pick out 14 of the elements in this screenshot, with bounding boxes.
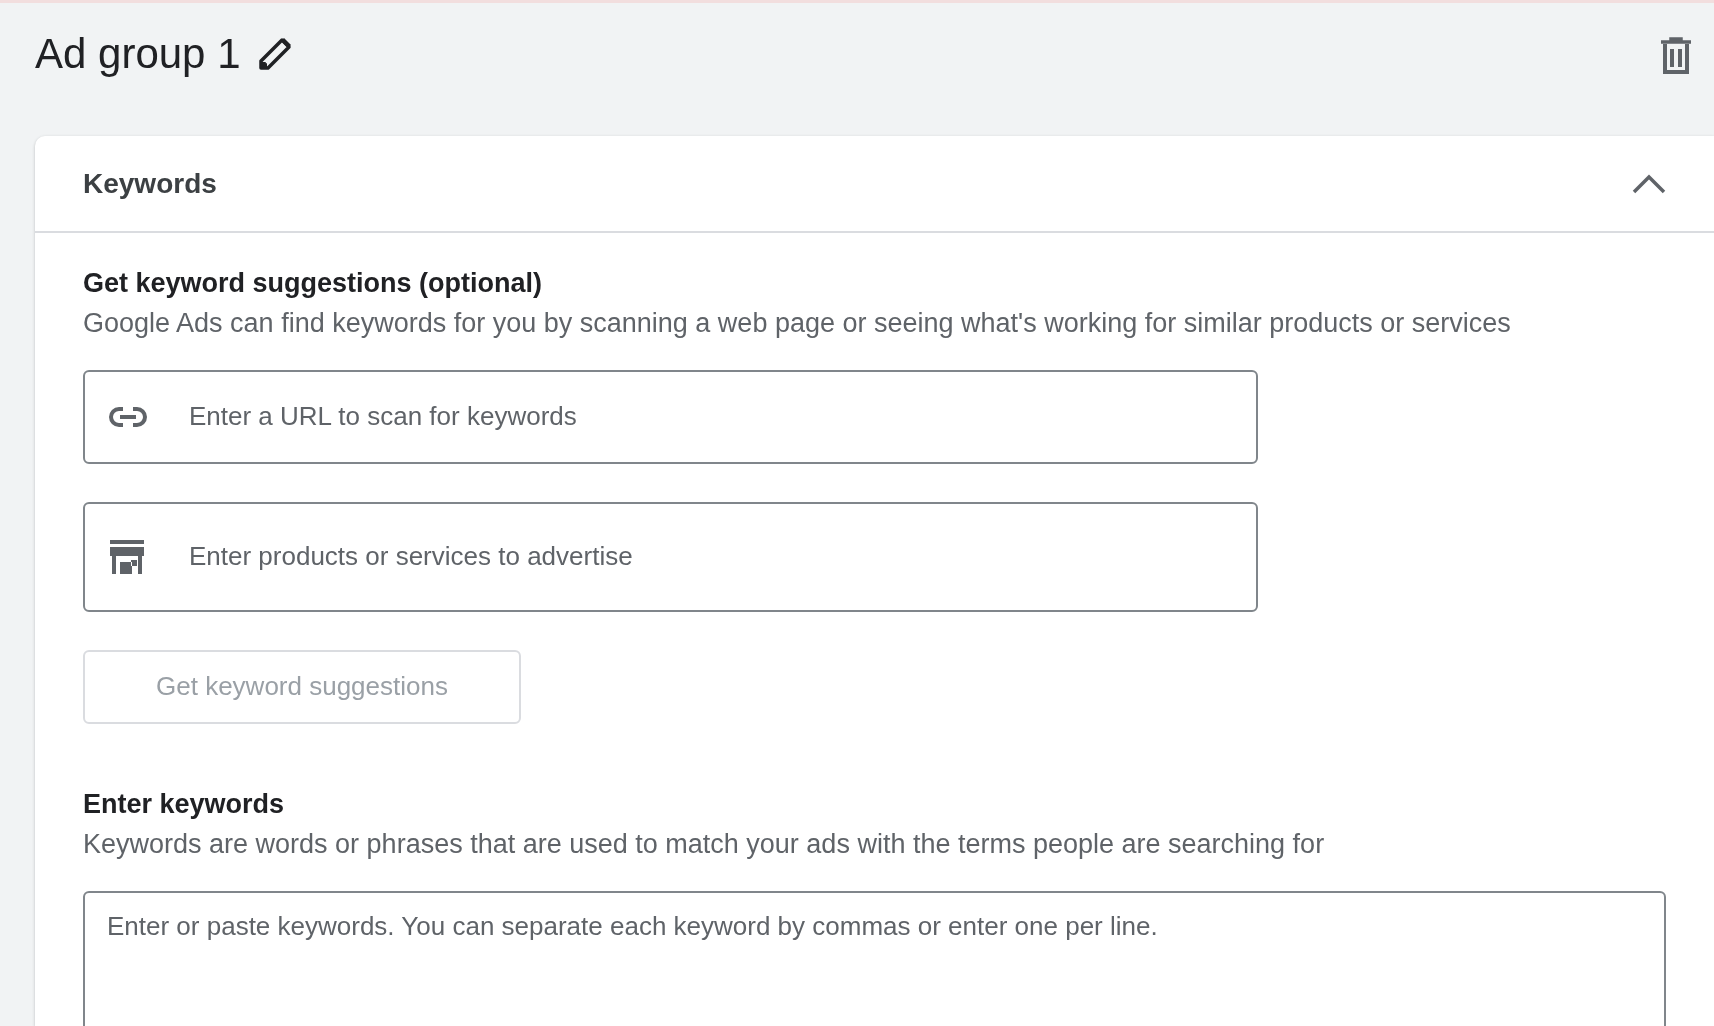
suggestions-heading: Get keyword suggestions (optional) <box>83 267 544 300</box>
keywords-input[interactable]: Enter or paste keywords. You can separate each keyword by commas or enter one per line. <box>83 890 1666 1026</box>
section-title: Keywords <box>83 166 217 201</box>
edit-icon[interactable] <box>256 36 293 73</box>
suggestions-description: Google Ads can find keywords for you by scanning a web page or seeing what's working for similar products or services <box>83 307 1512 341</box>
storefront-icon <box>109 539 145 574</box>
keywords-description: Keywords are words or phrases that are used to match your ads with the terms people are searching for <box>83 828 1326 862</box>
products-field[interactable]: Enter products or services to advertise <box>83 501 1258 612</box>
keywords-heading: Enter keywords <box>83 787 286 821</box>
link-icon <box>109 405 147 428</box>
ad-group-title: Ad group 1 <box>35 29 241 79</box>
chevron-icon[interactable] <box>1632 173 1666 194</box>
delete-icon[interactable] <box>1660 37 1692 75</box>
url-field[interactable]: Enter a URL to scan for keywords <box>83 369 1258 464</box>
